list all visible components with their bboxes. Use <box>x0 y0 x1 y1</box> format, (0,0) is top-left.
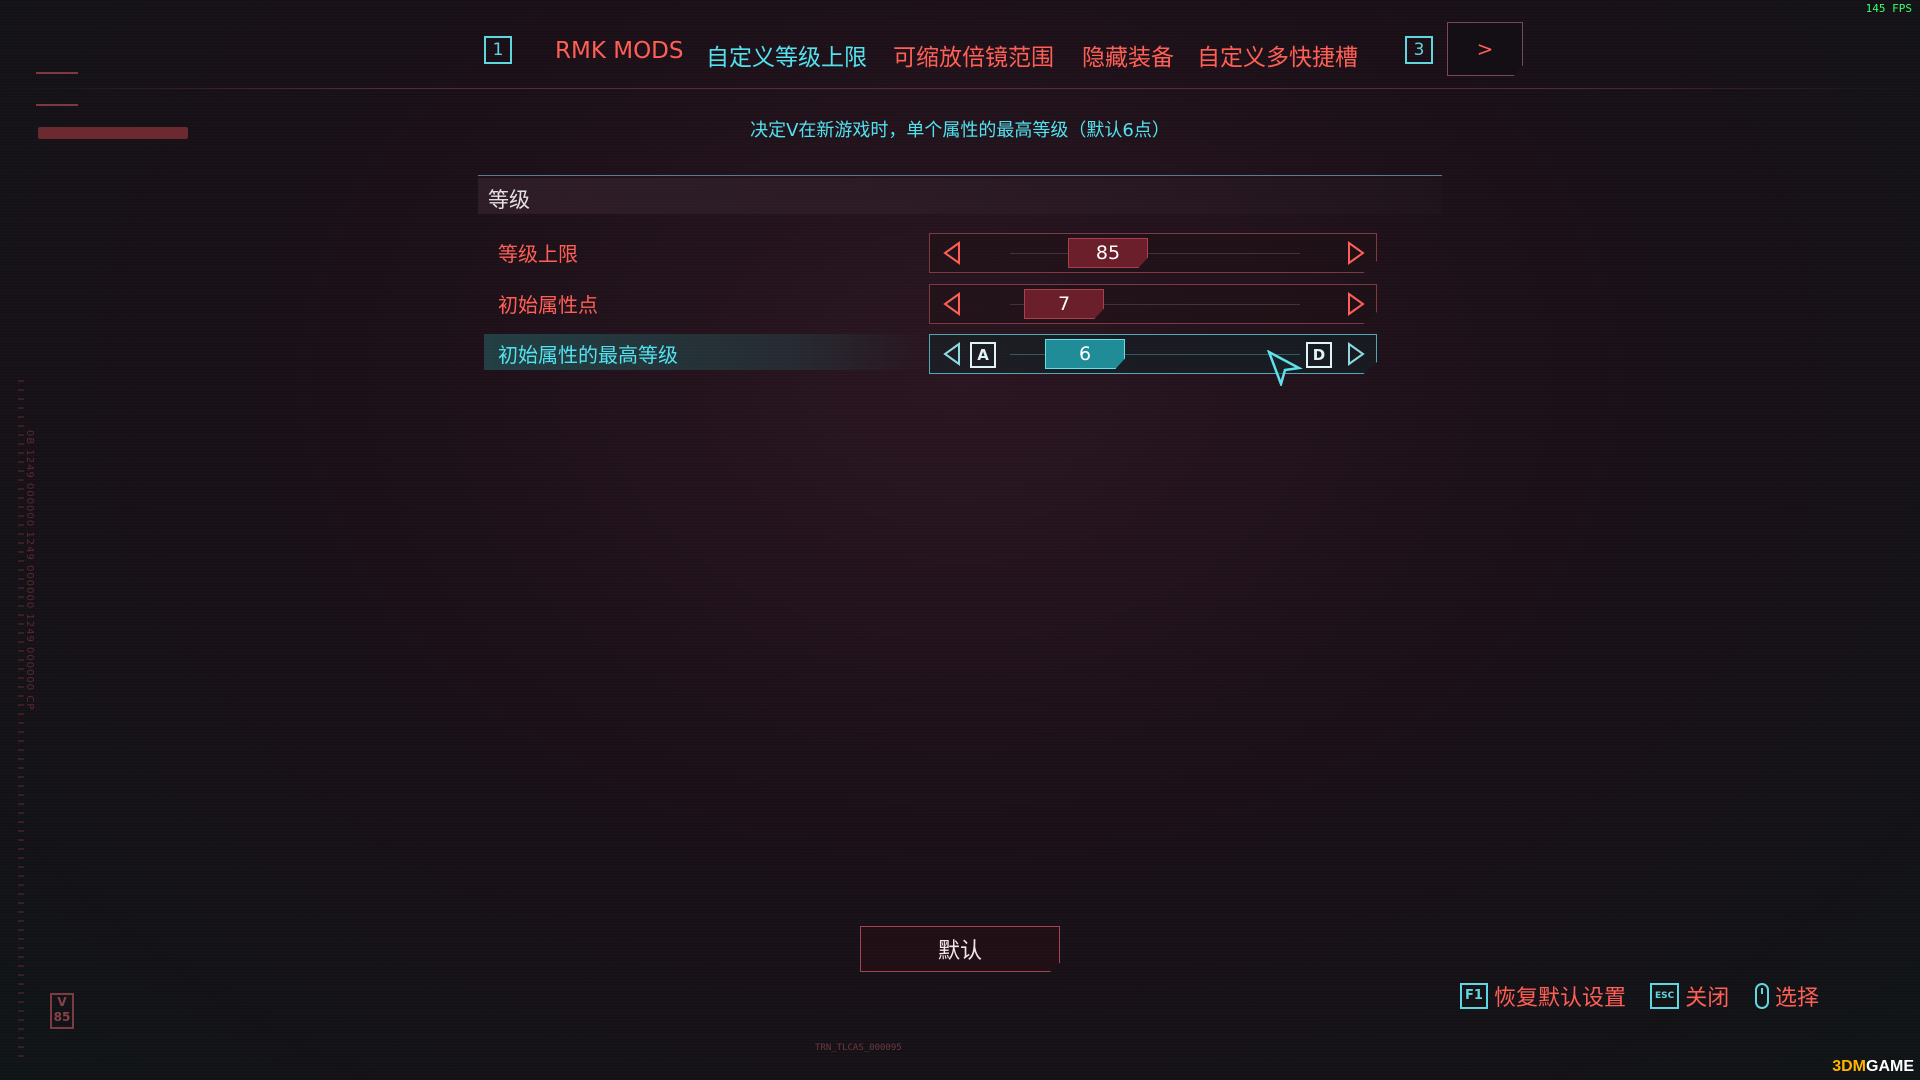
watermark-logo: 3DMGAME <box>1832 1058 1914 1076</box>
section-title: 等级 <box>488 188 530 212</box>
key-a-hint: A <box>970 342 996 368</box>
section-header-bg <box>478 178 1442 214</box>
restore-defaults-hint[interactable]: F1 恢复默认设置 <box>1460 980 1626 1012</box>
section-divider <box>478 175 1442 176</box>
watermark-prefix: 3DM <box>1832 1058 1866 1075</box>
row-label-max-attribute-level: 初始属性的最高等级 <box>498 343 678 367</box>
fps-counter: 145 FPS <box>1865 2 1912 15</box>
hud-bottom-code: TRN_TLCAS_000095 <box>815 1043 902 1053</box>
setting-description: 决定V在新游戏时，单个属性的最高等级（默认6点） <box>750 120 1170 141</box>
slider-track <box>1010 253 1300 254</box>
tab-level-cap[interactable]: 自定义等级上限 <box>706 38 867 72</box>
default-button[interactable]: 默认 <box>860 926 1060 972</box>
increase-arrow-icon[interactable] <box>1346 342 1366 366</box>
select-label: 选择 <box>1775 986 1820 1011</box>
tab-bar: 1 RMK MODS 自定义等级上限 可缩放倍镜范围 隐藏装备 自定义多快捷槽 … <box>0 22 1920 82</box>
decrease-arrow-icon[interactable] <box>942 342 962 366</box>
increase-arrow-icon[interactable] <box>1346 292 1366 316</box>
increase-arrow-icon[interactable] <box>1346 241 1366 265</box>
row-label-level-cap: 等级上限 <box>498 242 578 266</box>
header-divider <box>0 88 1920 89</box>
restore-defaults-label: 恢复默认设置 <box>1493 986 1626 1011</box>
row-label-starting-attribute-points: 初始属性点 <box>498 293 598 317</box>
version-badge: V 85 <box>50 993 74 1029</box>
slider-thumb[interactable]: 85 <box>1068 238 1148 268</box>
decrease-arrow-icon[interactable] <box>942 241 962 265</box>
prev-tab-key[interactable]: 1 <box>484 36 512 64</box>
mouse-cursor-icon <box>1267 350 1303 386</box>
slider-thumb[interactable]: 6 <box>1045 339 1125 369</box>
next-tab-key[interactable]: 3 <box>1405 36 1433 64</box>
mouse-icon <box>1755 983 1769 1009</box>
watermark-suffix: GAME <box>1866 1058 1914 1075</box>
esc-key: ESC <box>1650 983 1680 1009</box>
tab-hide-equipment[interactable]: 隐藏装备 <box>1082 38 1174 72</box>
max-attribute-level-slider[interactable]: A 6 D <box>929 334 1377 374</box>
tab-quickslots[interactable]: 自定义多快捷槽 <box>1197 38 1358 72</box>
close-hint[interactable]: ESC 关闭 <box>1650 980 1729 1012</box>
select-hint[interactable]: 选择 <box>1755 980 1819 1012</box>
slider-thumb[interactable]: 7 <box>1024 289 1104 319</box>
next-page-button[interactable]: > <box>1447 22 1523 76</box>
attribute-points-slider[interactable]: 7 <box>929 284 1377 324</box>
f1-key: F1 <box>1460 983 1488 1009</box>
tab-scope-zoom[interactable]: 可缩放倍镜范围 <box>893 38 1054 72</box>
scanline-overlay <box>0 0 1920 1080</box>
key-d-hint: D <box>1306 342 1332 368</box>
tab-rmk-mods[interactable]: RMK MODS <box>555 38 683 64</box>
close-label: 关闭 <box>1685 986 1730 1011</box>
level-cap-slider[interactable]: 85 <box>929 233 1377 273</box>
hud-vertical-text: 0B 1249 000000 1249 000000 1249 000000 C… <box>24 430 35 711</box>
decrease-arrow-icon[interactable] <box>942 292 962 316</box>
